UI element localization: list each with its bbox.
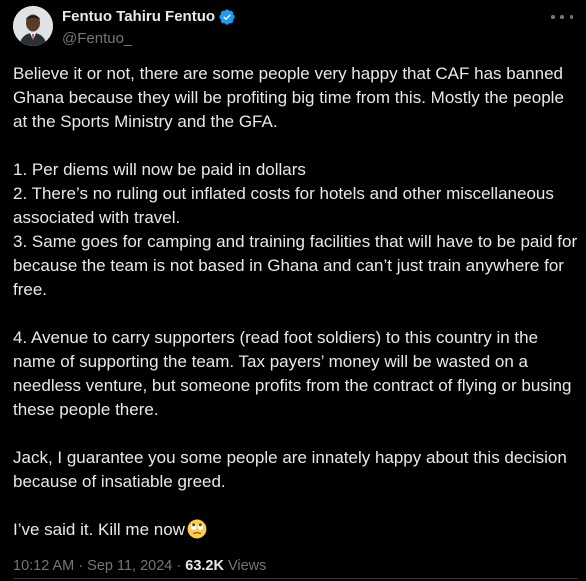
views-count: 63.2K xyxy=(185,558,224,574)
eye-roll-emoji-icon xyxy=(187,519,207,539)
tweet-header: Fentuo Tahiru Fentuo @Fentuo_ xyxy=(13,6,573,50)
author-display-name[interactable]: Fentuo Tahiru Fentuo xyxy=(62,7,215,27)
author-handle[interactable]: @Fentuo_ xyxy=(62,29,236,49)
avatar-portrait-icon xyxy=(13,6,53,46)
views-label: Views xyxy=(227,558,267,574)
tweet-closing-text: I’ve said it. Kill me now xyxy=(13,520,185,539)
tweet-list-item: 4. Avenue to carry supporters (read foot… xyxy=(13,328,572,419)
tweet-paragraph: Jack, I guarantee you some people are in… xyxy=(13,448,567,491)
verified-badge-icon[interactable] xyxy=(218,8,236,26)
tweet-closing-line: I’ve said it. Kill me now xyxy=(13,518,578,542)
tweet-paragraph: Believe it or not, there are some people… xyxy=(13,64,564,131)
tweet-list-item: 3. Same goes for camping and training fa… xyxy=(13,232,578,299)
avatar[interactable] xyxy=(13,6,53,46)
divider xyxy=(13,578,578,579)
tweet-timestamp[interactable]: 10:12 AM · Sep 11, 2024 xyxy=(13,558,172,574)
tweet-list-item: 1. Per diems will now be paid in dollars xyxy=(13,160,306,179)
tweet-meta: 10:12 AM · Sep 11, 2024 · 63.2K Views xyxy=(13,556,266,576)
tweet-text: Believe it or not, there are some people… xyxy=(13,62,578,542)
tweet-list-item: 2. There’s no ruling out inflated costs … xyxy=(13,184,554,227)
more-options-icon[interactable] xyxy=(551,10,573,24)
author-names: Fentuo Tahiru Fentuo @Fentuo_ xyxy=(62,7,236,49)
meta-separator: · xyxy=(172,558,186,574)
